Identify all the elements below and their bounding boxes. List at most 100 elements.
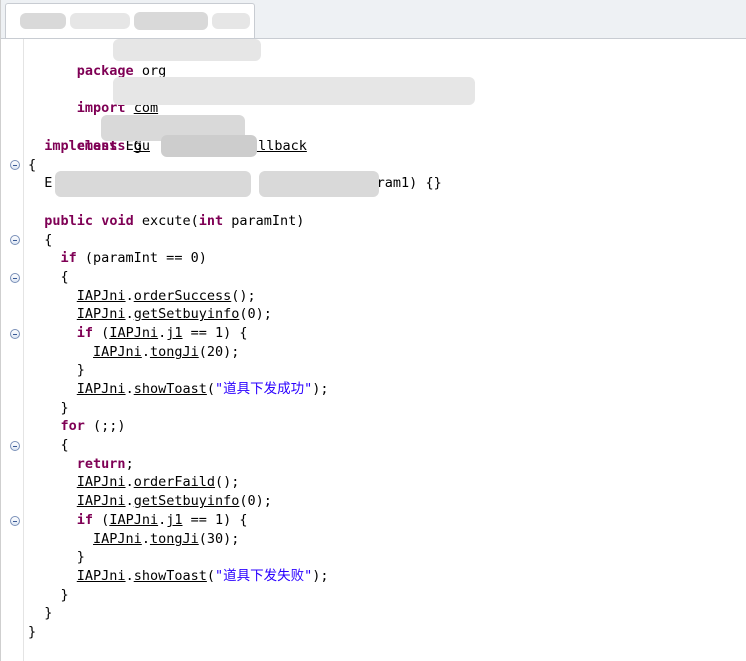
code-line: }	[28, 361, 85, 380]
class-ref: IAPJni	[76, 306, 126, 322]
dot: .	[141, 531, 150, 547]
class-ref: IAPJni	[76, 288, 126, 304]
call-end: );	[312, 568, 329, 584]
field-ref: j1	[166, 325, 183, 341]
method-ref: orderSuccess	[133, 288, 232, 304]
class-ref: IAPJni	[93, 531, 142, 547]
fold-collapse-icon[interactable]	[10, 329, 20, 339]
redaction-blur	[20, 13, 66, 29]
condition: (paramInt == 0)	[76, 250, 207, 266]
paren: (	[93, 512, 110, 528]
args: (0);	[239, 493, 272, 509]
call-end: ();	[231, 288, 256, 304]
code-line: public void excute(int paramInt)	[28, 212, 304, 231]
code-line: IAPJni.tongJi(20);	[28, 343, 239, 362]
editor-gutter	[1, 39, 24, 661]
code-line: }	[28, 586, 69, 605]
identifier: allback	[249, 138, 307, 154]
code-line: IAPJni.showToast("道具下发成功");	[28, 380, 329, 399]
keyword: if	[76, 325, 94, 341]
method-ref: tongJi	[149, 531, 199, 547]
code-editor[interactable]: package org import com class Eg implemen…	[1, 39, 746, 661]
dot: .	[158, 512, 167, 528]
keyword: return	[76, 456, 126, 472]
dot: .	[125, 381, 134, 397]
code-line: {	[28, 268, 69, 287]
method-ref: orderFaild	[133, 474, 215, 490]
keyword: for	[60, 418, 85, 434]
call-end: ();	[214, 474, 240, 490]
method-ref: getSetbuyinfo	[133, 493, 240, 509]
brace: }	[60, 400, 69, 416]
code-line: if (IAPJni.j1 == 1) {	[28, 511, 248, 530]
code-line: }	[28, 399, 69, 418]
class-ref: IAPJni	[93, 344, 142, 360]
keyword: int	[198, 213, 224, 229]
semicolon: ;	[125, 456, 134, 472]
field-ref: j1	[166, 512, 183, 528]
redaction-blur	[113, 39, 261, 61]
dot: .	[158, 325, 167, 341]
code-line: for (;;)	[28, 417, 126, 436]
dot: .	[141, 344, 150, 360]
keyword: void	[101, 213, 134, 229]
string-literal: "道具下发成功"	[215, 381, 313, 397]
code-line: }	[28, 548, 85, 567]
condition: (;;)	[84, 418, 126, 434]
fold-collapse-icon[interactable]	[10, 441, 20, 451]
editor-tab[interactable]	[5, 3, 255, 38]
code-line: IAPJni.orderSuccess();	[28, 287, 256, 306]
code-line: IAPJni.tongJi(30);	[28, 530, 239, 549]
redaction-blur	[55, 171, 251, 197]
paren: (	[93, 325, 110, 341]
class-ref: IAPJni	[76, 381, 126, 397]
paren: (	[206, 568, 215, 584]
redaction-blur	[134, 12, 208, 30]
identifier: aram1) {}	[368, 175, 442, 191]
identifier: E	[44, 175, 53, 191]
keyword: if	[76, 512, 94, 528]
dot: .	[125, 288, 134, 304]
brace: }	[76, 549, 85, 565]
method-ref: getSetbuyinfo	[133, 306, 240, 322]
redaction-blur	[113, 77, 475, 105]
class-ref: IAPJni	[76, 474, 126, 490]
code-line: if (IAPJni.j1 == 1) {	[28, 324, 248, 343]
paren: (	[206, 381, 215, 397]
brace: }	[60, 587, 69, 603]
fold-collapse-icon[interactable]	[10, 516, 20, 526]
code-line: IAPJni.showToast("道具下发失败");	[28, 567, 329, 586]
code-line: {	[28, 156, 36, 175]
redaction-blur	[70, 13, 130, 29]
class-ref: IAPJni	[109, 325, 159, 341]
comparison: == 1) {	[182, 325, 248, 341]
brace: }	[28, 624, 37, 640]
call-end: );	[312, 381, 329, 397]
brace: }	[44, 605, 53, 621]
dot: .	[125, 568, 134, 584]
code-line: {	[28, 231, 52, 250]
class-ref: IAPJni	[109, 512, 159, 528]
code-line: IAPJni.getSetbuyinfo(0);	[28, 492, 272, 511]
fold-collapse-icon[interactable]	[10, 160, 20, 170]
string-literal: "道具下发失败"	[215, 568, 313, 584]
brace: {	[60, 269, 69, 285]
code-line: IAPJni.getSetbuyinfo(0);	[28, 305, 272, 324]
fold-collapse-icon[interactable]	[10, 235, 20, 245]
code-line: IAPJni.orderFaild();	[28, 473, 240, 492]
brace: {	[44, 232, 53, 248]
fold-collapse-icon[interactable]	[10, 273, 20, 283]
editor-tab-strip	[1, 0, 746, 39]
method-ref: showToast	[133, 568, 207, 584]
args: (20);	[198, 344, 240, 360]
code-line: }	[28, 604, 52, 623]
redaction-blur	[212, 13, 250, 29]
comparison: == 1) {	[182, 512, 248, 528]
keyword: public	[44, 213, 94, 229]
args: (0);	[239, 306, 272, 322]
method-ref: showToast	[133, 381, 207, 397]
class-ref: IAPJni	[76, 568, 126, 584]
identifier: excute(	[133, 213, 199, 229]
code-line: }	[28, 623, 36, 642]
editor-window: package org import com class Eg implemen…	[0, 0, 746, 661]
